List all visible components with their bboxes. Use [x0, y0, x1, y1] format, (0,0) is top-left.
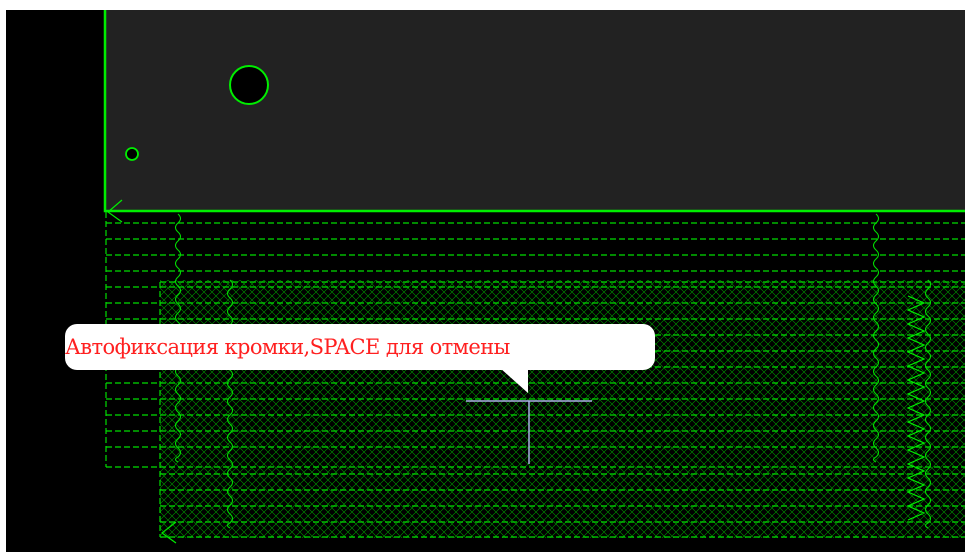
tooltip-text: Автофиксация кромки,SPACE для отмены	[65, 335, 510, 359]
cad-canvas[interactable]	[0, 0, 965, 557]
sheet-part[interactable]	[105, 10, 965, 211]
autofix-tooltip: Автофиксация кромки,SPACE для отмены	[65, 324, 655, 370]
hole-small[interactable]	[125, 147, 139, 161]
hole-large[interactable]	[229, 65, 269, 105]
